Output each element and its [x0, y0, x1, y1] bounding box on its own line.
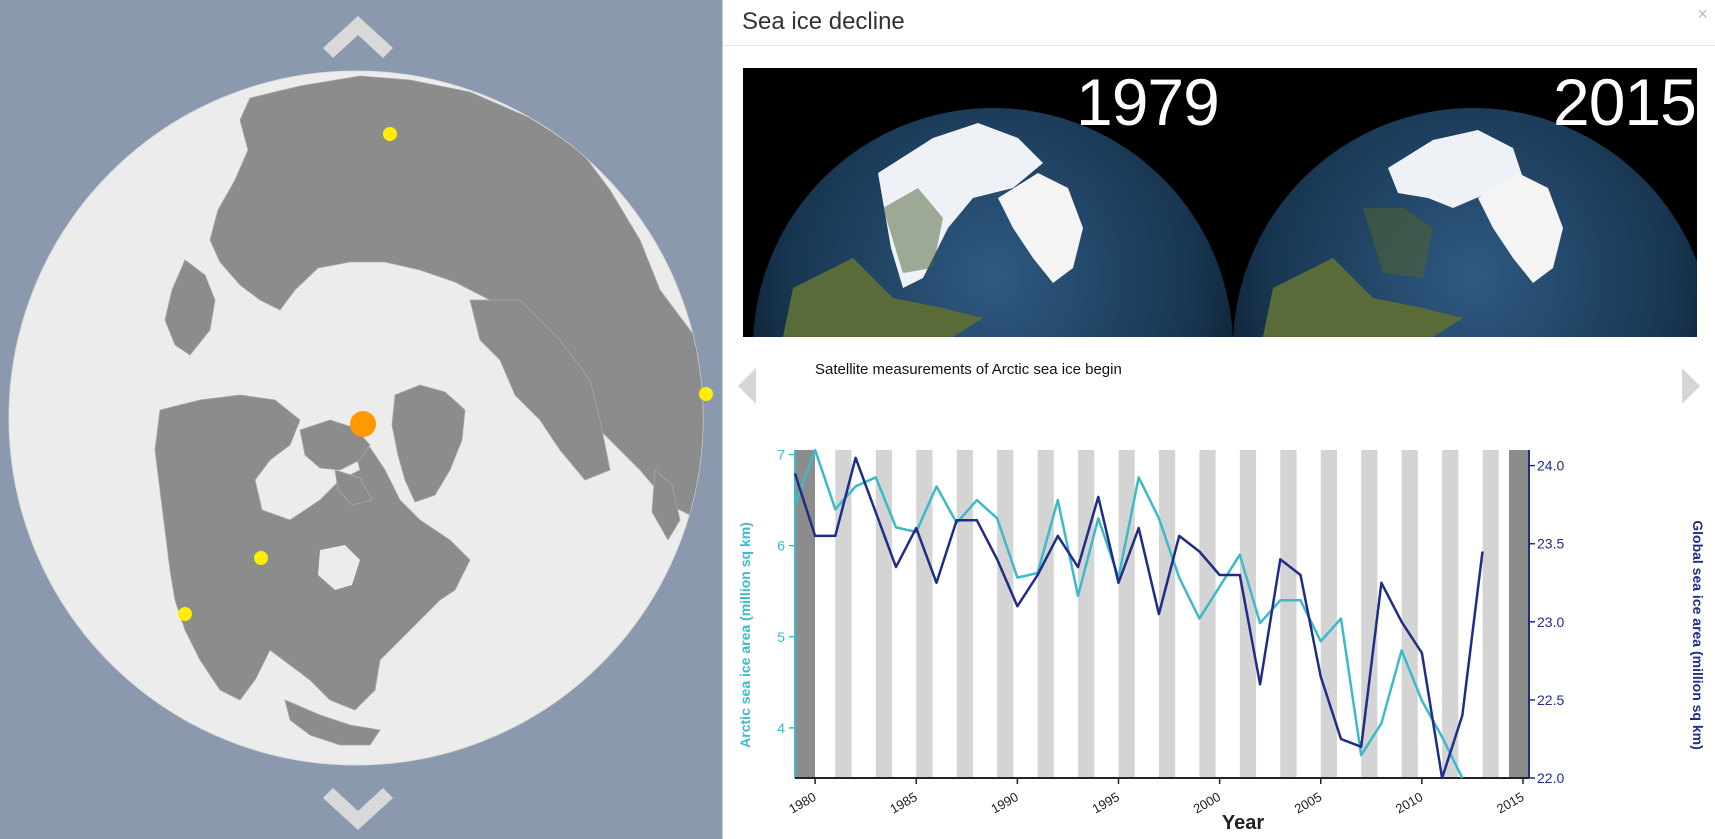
year-band	[1280, 450, 1297, 778]
chevron-down-icon[interactable]	[323, 786, 393, 836]
marker-canada[interactable]	[254, 551, 268, 565]
year-band	[1037, 450, 1054, 778]
x-tick-label: 2000	[1191, 789, 1224, 816]
panel-header: Sea ice decline ×	[723, 0, 1715, 46]
y-left-tick-label: 5	[777, 629, 785, 645]
year-band	[1118, 450, 1135, 778]
prev-arrow-icon[interactable]	[734, 366, 760, 406]
y-left-tick-label: 6	[777, 538, 785, 554]
x-tick-label: 2005	[1292, 789, 1325, 816]
chart-lines	[793, 448, 1484, 780]
marker-siberia[interactable]	[383, 127, 397, 141]
year-label-2015: 2015	[1553, 68, 1697, 139]
year-band	[1158, 450, 1176, 778]
x-tick-label: 1995	[1089, 789, 1122, 816]
year-band	[1401, 450, 1418, 778]
next-arrow-icon[interactable]	[1678, 366, 1704, 406]
y-right-tick-label: 22.5	[1537, 692, 1564, 708]
marker-east[interactable]	[699, 387, 713, 401]
x-tick-label: 1990	[988, 789, 1021, 816]
year-label-1979: 1979	[1076, 68, 1220, 139]
y-axis-label-right: Global sea ice area (million sq km)	[1690, 520, 1706, 750]
year-band	[1482, 450, 1499, 778]
y-right-tick-label: 22.0	[1537, 770, 1564, 786]
global-series-line	[793, 456, 1484, 780]
y-right-tick-label: 23.0	[1537, 614, 1564, 630]
y-right-tick-label: 24.0	[1537, 458, 1564, 474]
year-band	[997, 450, 1014, 778]
y-left-tick-label: 7	[777, 447, 785, 463]
timeline-caption: Satellite measurements of Arctic sea ice…	[815, 361, 1122, 378]
globe-map[interactable]	[0, 0, 722, 839]
y-right-tick-label: 23.5	[1537, 536, 1564, 552]
close-button[interactable]: ×	[1697, 4, 1708, 25]
x-axis-label: Year	[1222, 812, 1264, 834]
year-band	[956, 450, 973, 778]
year-band	[1078, 450, 1095, 778]
x-tick-label: 1985	[887, 789, 920, 816]
info-panel: Sea ice decline × 1979 2015 Satellite me…	[722, 0, 1715, 839]
y-axis-label-left: Arctic sea ice area (million sq km)	[737, 522, 753, 748]
year-band-end	[1509, 450, 1529, 778]
marker-arctic-selected[interactable]	[350, 411, 376, 437]
x-tick-label: 2010	[1393, 789, 1426, 816]
year-band	[1320, 450, 1337, 778]
y-left-tick-label: 4	[777, 720, 785, 736]
panel-title: Sea ice decline	[742, 8, 905, 35]
chevron-up-icon[interactable]	[323, 10, 393, 60]
x-tick-label: 1980	[786, 789, 819, 816]
year-band	[1442, 450, 1459, 778]
sea-ice-chart: 4 5 6 7 22.0 22.5 23.0 23.5 24.0 1980 1985 1990 1995…	[737, 447, 1706, 834]
marker-west-coast[interactable]	[178, 607, 192, 621]
year-bands	[795, 450, 1529, 778]
satellite-comparison-image: 1979 2015	[743, 68, 1697, 337]
globe-pane[interactable]	[0, 0, 722, 839]
x-tick-label: 2015	[1494, 789, 1527, 816]
